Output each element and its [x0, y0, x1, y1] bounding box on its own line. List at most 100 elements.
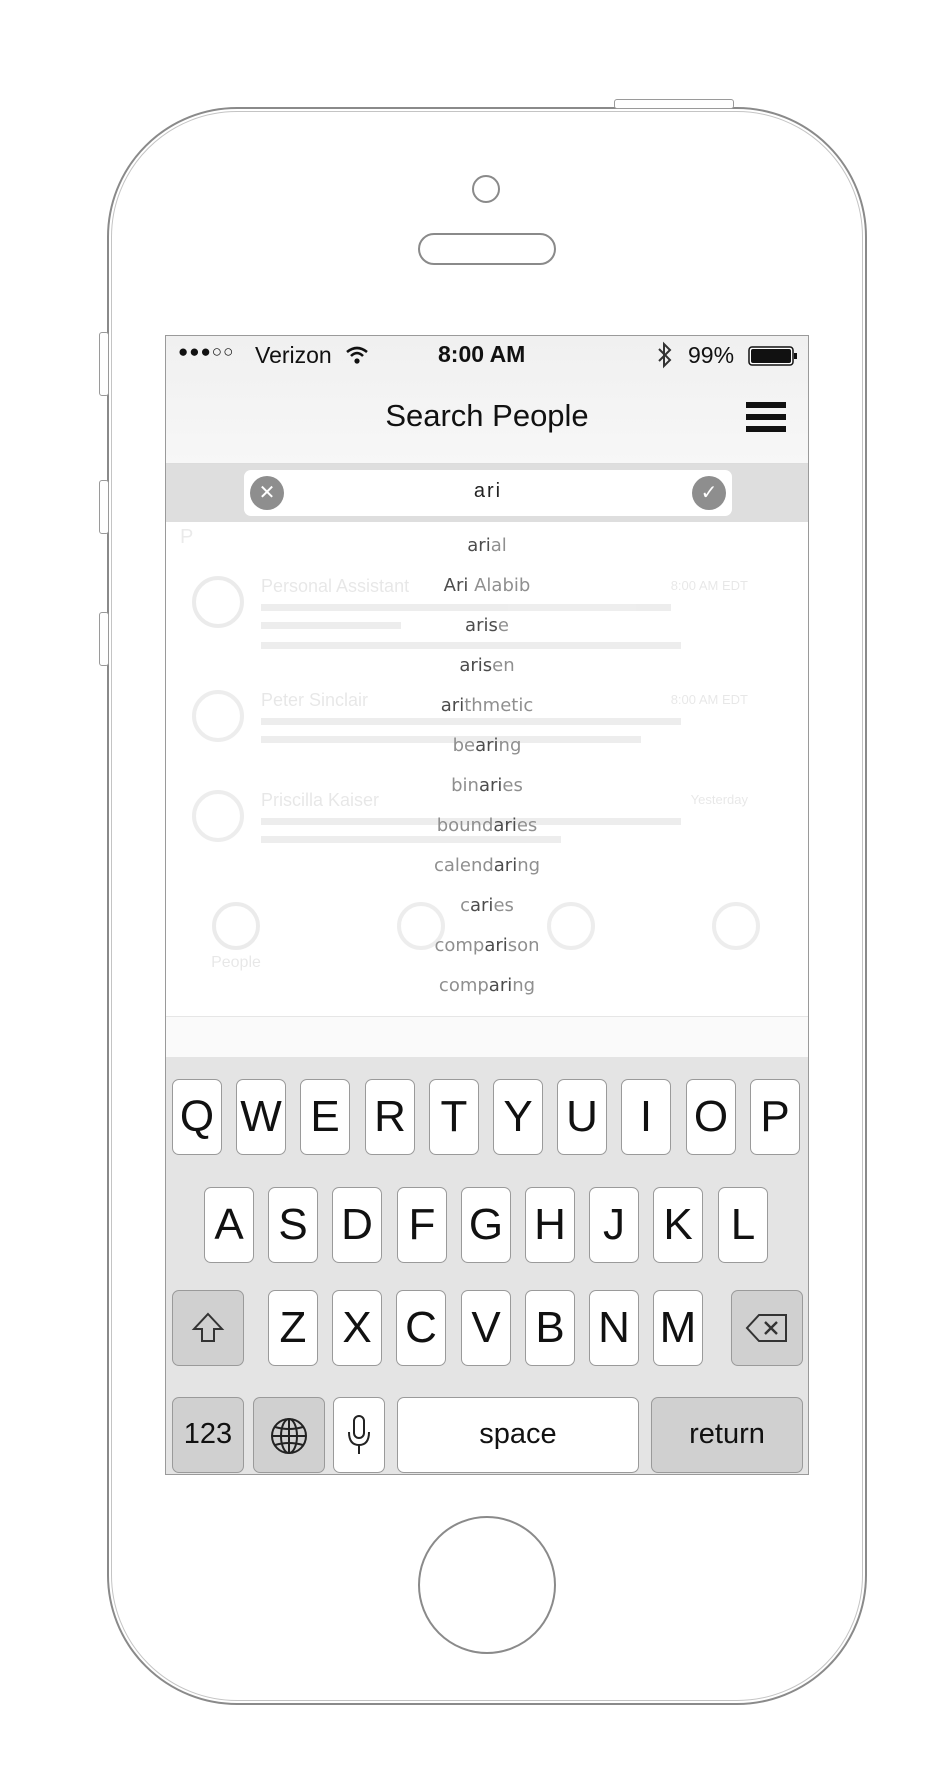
battery-icon: [748, 346, 797, 366]
battery-percent: 99%: [688, 342, 735, 368]
suggestion-match: aris: [465, 615, 498, 636]
mute-switch: [99, 332, 109, 396]
volume-down-button: [99, 612, 109, 666]
key-b[interactable]: B: [525, 1290, 575, 1366]
key-m[interactable]: M: [653, 1290, 703, 1366]
suggestion-suffix: son: [507, 935, 540, 956]
bluetooth-icon: [658, 341, 672, 369]
key-c[interactable]: C: [396, 1290, 446, 1366]
suggestion-item[interactable]: calendaring: [166, 848, 808, 884]
backspace-icon: [745, 1314, 787, 1342]
suggestion-item[interactable]: comparison: [166, 928, 808, 964]
suggestion-prefix: comp: [434, 935, 485, 956]
shift-key[interactable]: [172, 1290, 244, 1366]
suggestion-item[interactable]: arithmetic: [166, 688, 808, 724]
key-l[interactable]: L: [718, 1187, 768, 1263]
key-e[interactable]: E: [300, 1079, 350, 1155]
key-k[interactable]: K: [653, 1187, 703, 1263]
suggestion-match: ari: [467, 535, 491, 556]
suggestion-suffix: es: [502, 775, 523, 796]
suggestion-suffix: e: [497, 615, 509, 636]
suggestion-item[interactable]: Ari Alabib: [166, 568, 808, 604]
key-f[interactable]: F: [397, 1187, 447, 1263]
key-u[interactable]: U: [557, 1079, 607, 1155]
suggestion-suffix: al: [490, 535, 507, 556]
suggestion-item[interactable]: binaries: [166, 768, 808, 804]
key-w[interactable]: W: [236, 1079, 286, 1155]
onscreen-keyboard: 123 space return QWERTYUIOP ASDFGHJKL ZXCV…: [166, 1057, 808, 1474]
delete-key[interactable]: [731, 1290, 803, 1366]
key-v[interactable]: V: [461, 1290, 511, 1366]
keyboard-accessory-bar: [166, 1017, 808, 1057]
suggestion-suffix: Alabib: [468, 575, 531, 596]
suggestion-match: ari: [470, 895, 494, 916]
search-input-value: ari: [473, 480, 503, 502]
suggestion-suffix: es: [516, 815, 538, 836]
globe-icon: [271, 1418, 307, 1454]
suggestion-match: ari: [488, 975, 513, 996]
search-input[interactable]: ✕ ari ✓: [244, 470, 732, 516]
key-t[interactable]: T: [429, 1079, 479, 1155]
suggestion-prefix: bound: [436, 815, 494, 836]
suggestion-match: ari: [484, 935, 508, 956]
home-button[interactable]: [418, 1516, 556, 1654]
suggestion-match: ari: [478, 775, 503, 796]
key-i[interactable]: I: [621, 1079, 671, 1155]
status-time: 8:00 AM: [438, 341, 526, 367]
key-a[interactable]: A: [204, 1187, 254, 1263]
phone-screen: ●●●○○ Verizon 8:00 AM 99% Search People: [165, 335, 809, 1475]
checkmark-icon[interactable]: ✓: [692, 476, 726, 510]
earpiece-speaker: [418, 233, 556, 265]
suggestion-prefix: c: [460, 895, 470, 916]
autocomplete-list: arial Ari Alabib arise arisen arithmetic bear…: [166, 522, 808, 1016]
search-bar: ✕ ari ✓: [166, 464, 808, 522]
key-r[interactable]: R: [365, 1079, 415, 1155]
key-p[interactable]: P: [750, 1079, 800, 1155]
suggestion-prefix: bin: [451, 775, 479, 796]
volume-up-button: [99, 480, 109, 534]
suggestion-item[interactable]: arial: [166, 528, 808, 564]
signal-strength: ●●●○○: [178, 342, 235, 361]
front-camera: [472, 175, 500, 203]
status-bar: ●●●○○ Verizon 8:00 AM 99%: [166, 336, 808, 376]
suggestion-prefix: calend: [433, 855, 494, 876]
key-j[interactable]: J: [589, 1187, 639, 1263]
key-z[interactable]: Z: [268, 1290, 318, 1366]
suggestion-suffix: es: [493, 895, 514, 916]
power-button: [614, 99, 734, 109]
suggestion-item[interactable]: comparing: [166, 968, 808, 1004]
hamburger-menu-icon[interactable]: [746, 402, 786, 432]
suggestion-suffix: ng: [512, 975, 536, 996]
return-key[interactable]: return: [651, 1397, 803, 1473]
key-q[interactable]: Q: [172, 1079, 222, 1155]
suggestion-prefix: be: [452, 735, 476, 756]
suggestion-suffix: ng: [498, 735, 522, 756]
suggestion-item[interactable]: bearing: [166, 728, 808, 764]
suggestion-match: Ari: [443, 575, 469, 596]
suggestion-item[interactable]: arisen: [166, 648, 808, 684]
microphone-icon: [348, 1415, 370, 1454]
suggestion-suffix: thmetic: [464, 695, 534, 716]
suggestion-suffix: ng: [517, 855, 541, 876]
suggestion-item[interactable]: boundaries: [166, 808, 808, 844]
numbers-key[interactable]: 123: [172, 1397, 244, 1473]
navigation-bar: ●●●○○ Verizon 8:00 AM 99% Search People: [166, 336, 808, 464]
suggestion-item[interactable]: arise: [166, 608, 808, 644]
microphone-key[interactable]: [333, 1397, 385, 1473]
suggestion-match: ari: [440, 695, 465, 716]
key-x[interactable]: X: [332, 1290, 382, 1366]
suggestion-item[interactable]: caries: [166, 888, 808, 924]
globe-key[interactable]: [253, 1397, 325, 1473]
space-key[interactable]: space: [397, 1397, 639, 1473]
wifi-icon: [346, 346, 368, 364]
key-g[interactable]: G: [461, 1187, 511, 1263]
page-title: Search People: [385, 398, 589, 433]
key-o[interactable]: O: [686, 1079, 736, 1155]
key-y[interactable]: Y: [493, 1079, 543, 1155]
key-n[interactable]: N: [589, 1290, 639, 1366]
key-h[interactable]: H: [525, 1187, 575, 1263]
suggestion-suffix: en: [492, 655, 515, 676]
key-s[interactable]: S: [268, 1187, 318, 1263]
suggestion-prefix: comp: [438, 975, 489, 996]
key-d[interactable]: D: [332, 1187, 382, 1263]
